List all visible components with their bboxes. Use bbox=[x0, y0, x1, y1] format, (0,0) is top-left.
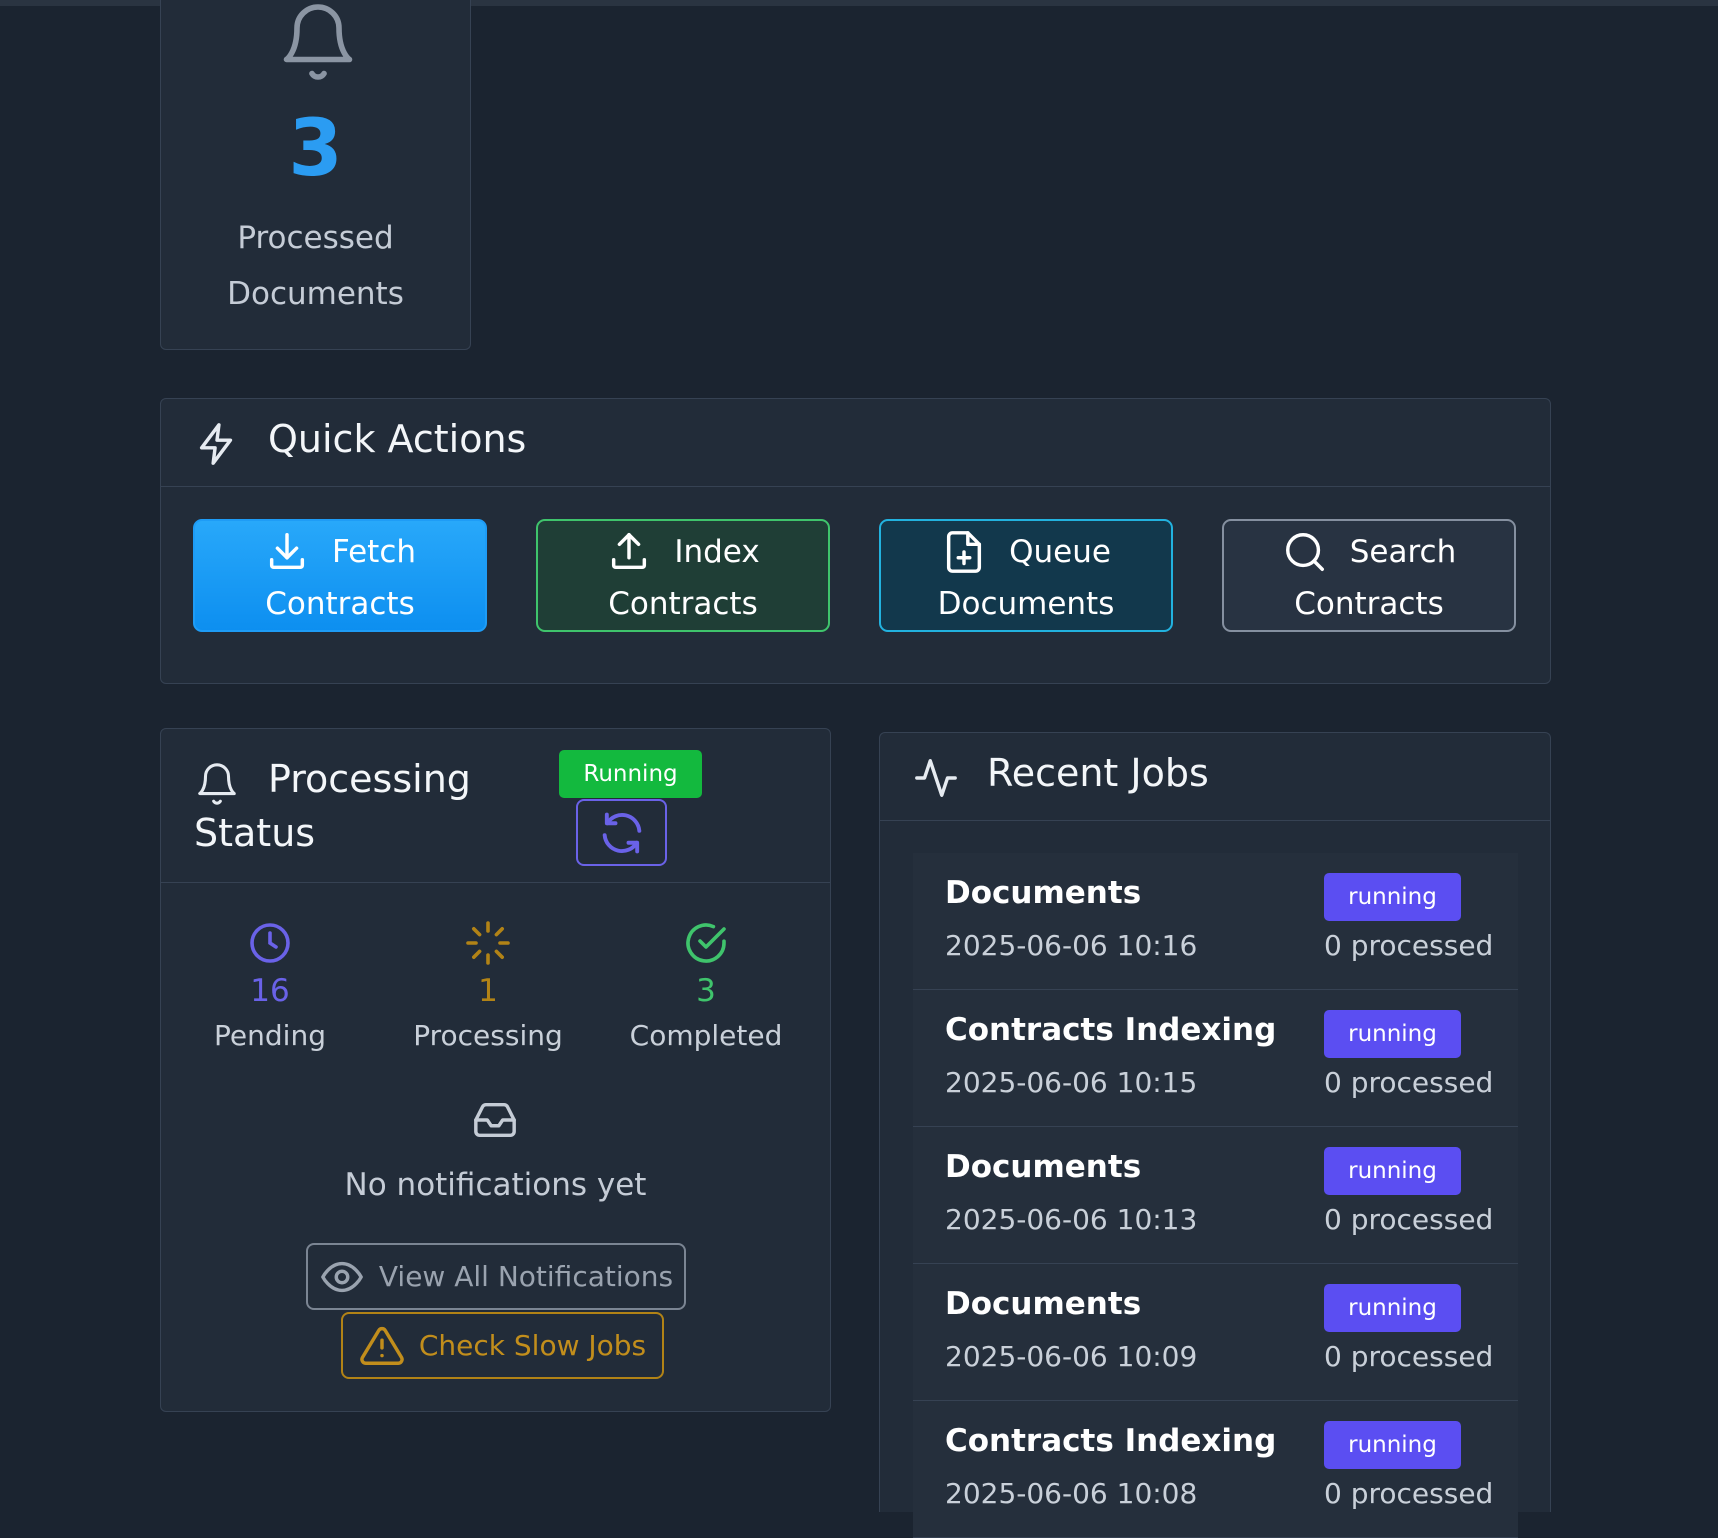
spinner-icon bbox=[466, 921, 510, 965]
job-processed-count: 0 processed bbox=[1324, 1203, 1494, 1236]
job-name: Contracts Indexing bbox=[945, 1423, 1277, 1459]
recent-jobs-title: Recent Jobs bbox=[987, 751, 1209, 795]
recent-jobs-card: Recent Jobs Documents 2025-06-06 10:16 r… bbox=[879, 732, 1551, 1538]
job-time: 2025-06-06 10:09 bbox=[945, 1340, 1198, 1373]
processing-status-header: Processing Status Running bbox=[161, 729, 830, 883]
job-status-badge: running bbox=[1324, 873, 1461, 921]
index-contracts-label-2: Contracts bbox=[608, 586, 758, 622]
processed-documents-count: 3 bbox=[288, 104, 343, 194]
view-all-notifications-button[interactable]: View All Notifications bbox=[306, 1243, 686, 1310]
job-row[interactable]: Documents 2025-06-06 10:09 running 0 pro… bbox=[913, 1264, 1518, 1401]
job-time: 2025-06-06 10:16 bbox=[945, 929, 1198, 962]
bell-icon bbox=[283, 4, 353, 80]
recent-jobs-header: Recent Jobs bbox=[880, 733, 1550, 821]
job-name: Documents bbox=[945, 1286, 1142, 1322]
job-status-badge: running bbox=[1324, 1284, 1461, 1332]
processed-documents-label: Processed Documents bbox=[161, 210, 470, 322]
queue-documents-label-2: Documents bbox=[937, 586, 1115, 622]
job-status-badge: running bbox=[1324, 1010, 1461, 1058]
pending-label: Pending bbox=[214, 1019, 326, 1052]
processing-label: Processing bbox=[413, 1019, 563, 1052]
refresh-button[interactable] bbox=[576, 799, 667, 866]
job-row[interactable]: Contracts Indexing 2025-06-06 10:08 runn… bbox=[913, 1401, 1518, 1538]
index-contracts-label-1: Index bbox=[674, 534, 760, 570]
index-contracts-button[interactable]: Index Contracts bbox=[536, 519, 830, 632]
view-all-notifications-label: View All Notifications bbox=[378, 1260, 674, 1293]
no-notifications-text: No notifications yet bbox=[344, 1167, 647, 1203]
upload-icon bbox=[612, 533, 647, 570]
job-name: Documents bbox=[945, 1149, 1142, 1185]
job-status-badge: running bbox=[1324, 1421, 1461, 1469]
fetch-contracts-label-1: Fetch bbox=[331, 534, 417, 570]
fetch-contracts-button[interactable]: Fetch Contracts bbox=[193, 519, 487, 632]
job-time: 2025-06-06 10:13 bbox=[945, 1203, 1198, 1236]
job-processed-count: 0 processed bbox=[1324, 929, 1494, 962]
file-plus-icon bbox=[947, 531, 982, 573]
job-name: Documents bbox=[945, 875, 1142, 911]
processing-status-title: Processing bbox=[268, 757, 471, 801]
processed-documents-card: 3 Processed Documents bbox=[160, 0, 471, 350]
pending-count: 16 bbox=[250, 973, 290, 1009]
search-contracts-label-2: Contracts bbox=[1294, 586, 1444, 622]
search-icon bbox=[1285, 533, 1324, 571]
job-row[interactable]: Documents 2025-06-06 10:16 running 0 pro… bbox=[913, 853, 1518, 990]
job-row[interactable]: Contracts Indexing 2025-06-06 10:15 runn… bbox=[913, 990, 1518, 1127]
stat-label-line2: Documents bbox=[227, 276, 404, 312]
completed-label: Completed bbox=[629, 1019, 783, 1052]
activity-icon bbox=[915, 759, 957, 797]
job-time: 2025-06-06 10:15 bbox=[945, 1066, 1198, 1099]
completed-stat: 3 Completed bbox=[597, 919, 815, 1052]
job-name: Contracts Indexing bbox=[945, 1012, 1277, 1048]
processing-status-title-2: Status bbox=[194, 811, 316, 855]
completed-count: 3 bbox=[696, 973, 716, 1009]
refresh-icon bbox=[602, 812, 641, 853]
lightning-icon bbox=[199, 423, 233, 465]
quick-actions-card: Quick Actions Fetch Contracts Index Cont… bbox=[160, 398, 1551, 684]
warning-icon bbox=[360, 1326, 404, 1365]
download-icon bbox=[269, 533, 305, 570]
check-slow-jobs-label: Check Slow Jobs bbox=[418, 1329, 647, 1362]
check-circle-icon bbox=[686, 923, 726, 963]
queue-documents-label-1: Queue bbox=[1009, 534, 1111, 570]
recent-jobs-list: Documents 2025-06-06 10:16 running 0 pro… bbox=[913, 853, 1518, 1538]
quick-actions-header: Quick Actions bbox=[161, 399, 1550, 487]
processing-status-card: Processing Status Running 16 Pending 1 P… bbox=[160, 728, 831, 1412]
job-processed-count: 0 processed bbox=[1324, 1066, 1494, 1099]
job-row[interactable]: Documents 2025-06-06 10:13 running 0 pro… bbox=[913, 1127, 1518, 1264]
check-slow-jobs-button[interactable]: Check Slow Jobs bbox=[341, 1312, 664, 1379]
job-processed-count: 0 processed bbox=[1324, 1340, 1494, 1373]
job-status-badge: running bbox=[1324, 1147, 1461, 1195]
search-contracts-label-1: Search bbox=[1349, 534, 1457, 570]
eye-icon bbox=[320, 1261, 363, 1292]
quick-actions-title: Quick Actions bbox=[268, 417, 527, 461]
fetch-contracts-label-2: Contracts bbox=[265, 586, 415, 622]
bell-icon bbox=[198, 763, 236, 805]
search-contracts-button[interactable]: Search Contracts bbox=[1222, 519, 1516, 632]
pending-stat: 16 Pending bbox=[161, 919, 379, 1052]
processing-count: 1 bbox=[478, 973, 498, 1009]
running-status-badge: Running bbox=[559, 750, 702, 798]
stat-label-line1: Processed bbox=[237, 220, 394, 256]
inbox-icon bbox=[474, 1102, 516, 1138]
queue-documents-button[interactable]: Queue Documents bbox=[879, 519, 1173, 632]
processing-stat: 1 Processing bbox=[379, 919, 597, 1052]
clock-icon bbox=[250, 923, 290, 963]
